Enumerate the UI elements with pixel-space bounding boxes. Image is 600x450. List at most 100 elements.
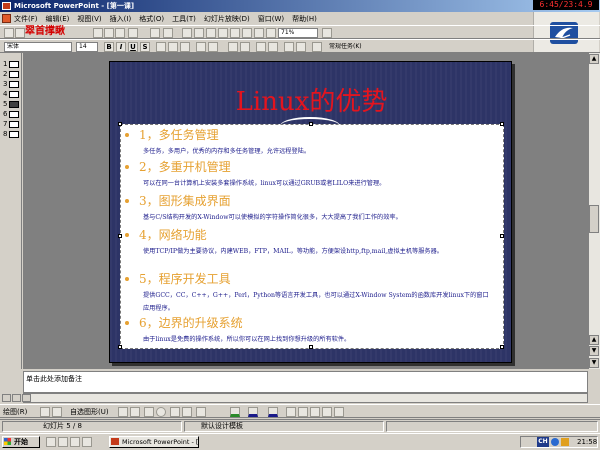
insert-chart-icon[interactable] — [218, 28, 228, 38]
draw-menu[interactable]: 绘图(R) — [3, 407, 27, 417]
menu-tools[interactable]: 工具(T) — [172, 14, 196, 24]
slide-thumbnail[interactable]: 4 — [3, 90, 21, 99]
resize-handle[interactable] — [500, 345, 504, 349]
zoom-select[interactable]: 71% — [278, 28, 318, 38]
horizontal-scrollbar[interactable] — [23, 393, 588, 403]
outline-view-icon[interactable] — [12, 394, 21, 402]
ime-indicator[interactable]: CH — [537, 437, 549, 447]
arrow-style-icon[interactable] — [310, 407, 320, 417]
powerpoint-app-icon[interactable] — [2, 2, 11, 10]
font-name-select[interactable]: 宋体 — [4, 42, 72, 52]
bullet-item[interactable]: 1，多任务管理 — [125, 127, 495, 143]
slide-thumbnail[interactable]: 6 — [3, 110, 21, 119]
slide-thumbnail[interactable]: 1 — [3, 60, 21, 69]
menu-insert[interactable]: 插入(I) — [110, 14, 132, 24]
decrease-font-icon[interactable] — [268, 42, 278, 52]
format-painter-icon[interactable] — [128, 28, 138, 38]
fill-color-icon[interactable] — [230, 407, 240, 417]
italic-button[interactable]: I — [116, 42, 126, 52]
3d-style-icon[interactable] — [334, 407, 344, 417]
menu-view[interactable]: 视图(V) — [77, 14, 101, 24]
scroll-up-page-icon[interactable]: ▲ — [589, 335, 599, 345]
help-icon[interactable] — [322, 28, 332, 38]
quicklaunch-outlook-icon[interactable] — [70, 437, 80, 447]
select-objects-icon[interactable] — [40, 407, 50, 417]
window-title-bar[interactable]: Microsoft PowerPoint - [第一课] — [0, 0, 600, 12]
content-textbox[interactable]: 1，多任务管理 多任务，多用户，优秀的内存和多任务管理，允许远程登陆。 2，多重开机… — [118, 122, 504, 349]
hyperlink-icon[interactable] — [182, 28, 192, 38]
insert-table-icon[interactable] — [206, 28, 216, 38]
align-right-icon[interactable] — [180, 42, 190, 52]
new-document-icon[interactable] — [4, 28, 14, 38]
resize-handle[interactable] — [309, 345, 313, 349]
grayscale-icon[interactable] — [266, 28, 276, 38]
bullets-icon[interactable] — [208, 42, 218, 52]
increase-spacing-icon[interactable] — [228, 42, 238, 52]
bold-button[interactable]: B — [104, 42, 114, 52]
menu-file[interactable]: 文件(F) — [14, 14, 38, 24]
taskbar-powerpoint-item[interactable]: Microsoft PowerPoint - [... — [109, 436, 199, 448]
resize-handle[interactable] — [118, 234, 122, 238]
font-color-icon[interactable] — [268, 407, 278, 417]
numbering-icon[interactable] — [196, 42, 206, 52]
decrease-spacing-icon[interactable] — [240, 42, 250, 52]
menu-edit[interactable]: 编辑(E) — [46, 14, 70, 24]
new-slide-icon[interactable] — [230, 28, 240, 38]
slide-thumbnail[interactable]: 3 — [3, 80, 21, 89]
line-tool-icon[interactable] — [118, 407, 128, 417]
scroll-down-page-icon[interactable]: ▼ — [589, 346, 599, 356]
line-color-icon[interactable] — [248, 407, 258, 417]
menu-slideshow[interactable]: 幻灯片放映(D) — [204, 14, 250, 24]
free-rotate-icon[interactable] — [52, 407, 62, 417]
menu-window[interactable]: 窗口(W) — [258, 14, 284, 24]
increase-font-icon[interactable] — [256, 42, 266, 52]
demote-icon[interactable] — [296, 42, 306, 52]
textbox-tool-icon[interactable] — [170, 407, 180, 417]
slide-view-icon[interactable] — [22, 394, 31, 402]
animation-effects-icon[interactable] — [312, 42, 322, 52]
promote-icon[interactable] — [284, 42, 294, 52]
scrollbar-thumb[interactable] — [589, 205, 599, 233]
resize-handle[interactable] — [309, 122, 313, 126]
slide-title[interactable]: Linux的优势 — [110, 86, 511, 118]
copy-icon[interactable] — [104, 28, 114, 38]
dash-style-icon[interactable] — [298, 407, 308, 417]
open-folder-icon[interactable] — [15, 28, 25, 38]
tables-borders-icon[interactable] — [194, 28, 204, 38]
resize-handle[interactable] — [118, 345, 122, 349]
scroll-up-icon[interactable]: ▲ — [589, 54, 599, 64]
font-size-select[interactable]: 14 — [76, 42, 98, 52]
bullet-item[interactable]: 3，图形集成界面 — [125, 193, 495, 209]
slide-thumbnail[interactable]: 5 — [3, 100, 21, 109]
slide-thumbnail[interactable]: 2 — [3, 70, 21, 79]
resize-handle[interactable] — [118, 122, 122, 126]
autoshapes-menu[interactable]: 自选图形(U) — [70, 407, 109, 417]
slide-canvas[interactable]: Linux的优势 1，多任务管理 多任务，多用户，优秀的内存和多任务管理，允许远程… — [109, 61, 512, 363]
redo-icon[interactable] — [163, 28, 173, 38]
notes-pane[interactable]: 单击此处添加备注 — [23, 371, 588, 393]
bullet-item[interactable]: 2，多重开机管理 — [125, 159, 495, 175]
shadow-button[interactable]: S — [140, 42, 150, 52]
paste-icon[interactable] — [115, 28, 125, 38]
bullet-item[interactable]: 5，程序开发工具 — [125, 271, 495, 287]
slide-thumbnail[interactable]: 8 — [3, 130, 21, 139]
align-center-icon[interactable] — [168, 42, 178, 52]
rectangle-tool-icon[interactable] — [144, 407, 154, 417]
show-formatting-icon[interactable] — [254, 28, 264, 38]
align-left-icon[interactable] — [156, 42, 166, 52]
resize-handle[interactable] — [500, 234, 504, 238]
expand-icon[interactable] — [242, 28, 252, 38]
quicklaunch-ie-icon[interactable] — [46, 437, 56, 447]
menu-format[interactable]: 格式(O) — [139, 14, 164, 24]
common-tasks-button[interactable]: 常规任务(K) — [326, 42, 384, 52]
slide-thumbnail[interactable]: 7 — [3, 120, 21, 129]
menu-help[interactable]: 帮助(H) — [292, 14, 317, 24]
bullet-item[interactable]: 4，网络功能 — [125, 227, 495, 243]
shadow-style-icon[interactable] — [322, 407, 332, 417]
oval-tool-icon[interactable] — [156, 407, 166, 417]
network-tray-icon[interactable] — [551, 438, 559, 446]
cut-icon[interactable] — [93, 28, 103, 38]
wordart-icon[interactable] — [182, 407, 192, 417]
undo-icon[interactable] — [150, 28, 160, 38]
quicklaunch-desktop-icon[interactable] — [58, 437, 68, 447]
